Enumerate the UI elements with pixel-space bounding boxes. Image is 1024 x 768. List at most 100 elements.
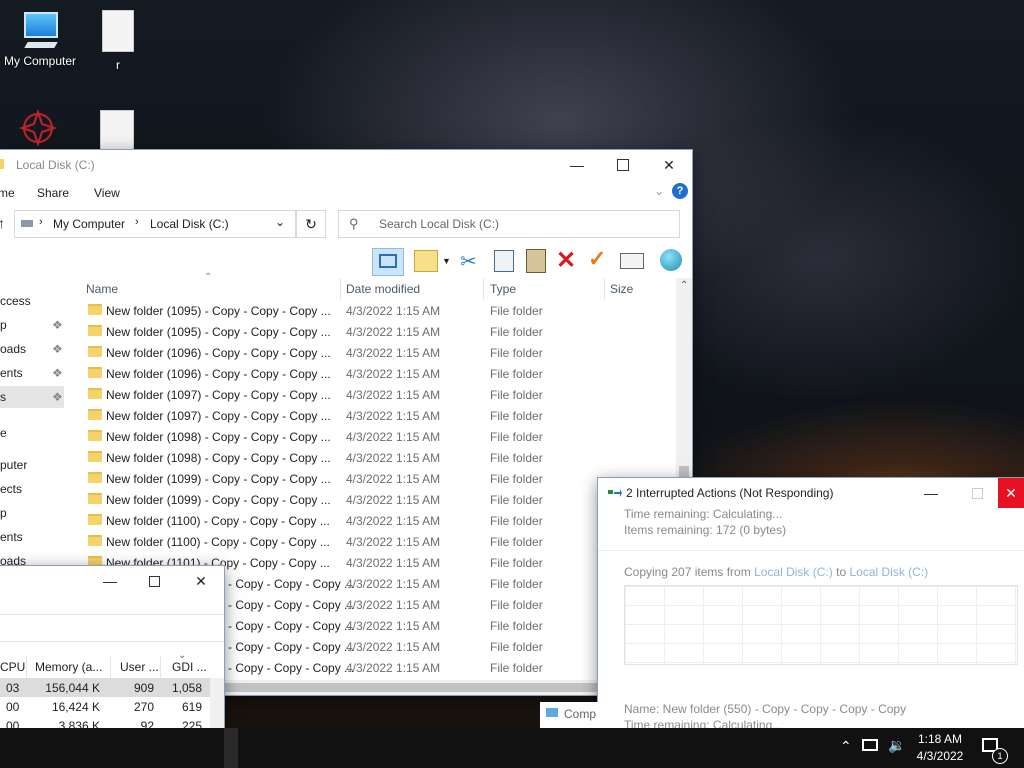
column-divider[interactable]	[483, 278, 484, 300]
column-type[interactable]: Type	[490, 282, 516, 296]
shell-icon[interactable]	[660, 249, 682, 271]
maximize-button[interactable]	[132, 566, 176, 596]
title-bar: 2 Interrupted Actions (Not Responding) —…	[598, 478, 1024, 508]
checkmark-icon[interactable]: ✓	[588, 246, 606, 272]
date-modified: 4/3/2022 1:15 AM	[346, 388, 441, 402]
file-icon[interactable]	[100, 110, 134, 152]
column-size[interactable]: Size	[610, 282, 633, 296]
cut-icon[interactable]: ✂	[460, 249, 477, 274]
table-row[interactable]: New folder (1097) - Copy - Copy - Copy .…	[0, 384, 676, 405]
file-type: File folder	[490, 367, 543, 381]
folder-icon	[88, 514, 102, 525]
divider	[598, 550, 1024, 551]
to-label: to	[836, 565, 847, 579]
table-row[interactable]: New folder (1096) - Copy - Copy - Copy .…	[0, 363, 676, 384]
column-divider[interactable]	[26, 656, 27, 678]
toolbar: ▼ ✂ ✕ ✓	[0, 246, 692, 276]
close-button[interactable]: ✕	[646, 150, 692, 180]
table-row[interactable]: New folder (1100) - Copy - Copy - Copy .…	[0, 510, 676, 531]
folder-icon	[88, 430, 102, 441]
search-input[interactable]: Search Local Disk (C:)	[379, 217, 499, 231]
dropdown-arrow-icon[interactable]: ▼	[442, 256, 451, 266]
volume-icon[interactable]: 🔉	[888, 737, 905, 754]
file-name: New folder (1099) - Copy - Copy - Copy .…	[106, 472, 331, 486]
help-icon[interactable]: ?	[672, 183, 688, 199]
desktop-icon-r[interactable]: r	[78, 8, 158, 72]
process-row[interactable]: 00 16,424 K 270 619	[0, 697, 210, 716]
tab-view[interactable]: View	[94, 186, 120, 200]
chevron-down-icon[interactable]: ⌄	[654, 184, 664, 198]
folder-title-icon	[0, 159, 4, 169]
scrollbar-thumb[interactable]	[224, 683, 598, 692]
date-modified: 4/3/2022 1:15 AM	[346, 514, 441, 528]
copy-icon[interactable]	[494, 250, 514, 272]
table-row[interactable]: New folder (1099) - Copy - Copy - Copy .…	[0, 468, 676, 489]
minimize-button[interactable]: —	[908, 478, 954, 508]
maximize-button[interactable]	[954, 478, 1000, 508]
close-button[interactable]: ✕	[178, 566, 224, 596]
column-gdi[interactable]: GDI ...	[172, 660, 207, 674]
scroll-up-icon[interactable]: ⌃	[680, 280, 688, 291]
tab-home[interactable]: me	[0, 186, 15, 200]
breadcrumb-local-disk[interactable]: Local Disk (C:)	[150, 217, 229, 231]
column-divider[interactable]	[604, 278, 605, 300]
table-row[interactable]: New folder (1098) - Copy - Copy - Copy .…	[0, 447, 676, 468]
chevron-down-icon[interactable]: ⌄	[275, 215, 285, 229]
column-name[interactable]: Name	[86, 282, 118, 296]
column-memory[interactable]: Memory (a...	[35, 660, 102, 674]
copy-progress-dialog: 2 Interrupted Actions (Not Responding) —…	[598, 478, 1024, 728]
detail-time-remaining: Time remaining: Calculating...	[624, 718, 783, 728]
minimize-button[interactable]: —	[88, 566, 132, 596]
rename-icon[interactable]	[620, 253, 644, 269]
network-icon[interactable]	[862, 739, 878, 751]
breadcrumb-my-computer[interactable]: My Computer	[53, 217, 125, 231]
date-modified: 4/3/2022 1:15 AM	[346, 640, 441, 654]
copying-prefix: Copying 207 items from	[624, 565, 751, 579]
search-box[interactable]: ⚲ Search Local Disk (C:)	[338, 210, 680, 238]
sort-arrow-icon: ⌃	[204, 272, 213, 283]
date-modified: 4/3/2022 1:15 AM	[346, 430, 441, 444]
taskbar-app-button[interactable]	[224, 728, 238, 768]
clock[interactable]: 1:18 AM 4/3/2022	[910, 732, 970, 763]
layout-pane-icon[interactable]	[372, 248, 404, 276]
status-text: Comp	[564, 707, 597, 721]
column-date-modified[interactable]: Date modified	[346, 282, 420, 296]
tab-share[interactable]: Share	[37, 186, 69, 200]
table-row[interactable]: New folder (1097) - Copy - Copy - Copy .…	[0, 405, 676, 426]
column-cpu[interactable]: CPU	[0, 660, 25, 674]
maximize-button[interactable]	[600, 150, 646, 180]
column-divider[interactable]	[160, 656, 161, 678]
source-link[interactable]: Local Disk (C:)	[754, 565, 833, 579]
notification-count-badge: 1	[992, 748, 1008, 764]
app-shortcut-icon[interactable]	[16, 108, 60, 148]
table-row[interactable]: New folder (1095) - Copy - Copy - Copy .…	[0, 300, 676, 321]
refresh-button[interactable]: ↻	[296, 210, 326, 238]
destination-link[interactable]: Local Disk (C:)	[849, 565, 928, 579]
close-button[interactable]: ✕	[998, 478, 1024, 508]
file-name: - Copy - Copy - Copy ...	[228, 661, 355, 675]
table-row[interactable]: New folder (1100) - Copy - Copy - Copy .…	[0, 531, 676, 552]
table-row[interactable]: New folder (1099) - Copy - Copy - Copy .…	[0, 489, 676, 510]
table-row[interactable]: New folder (1095) - Copy - Copy - Copy .…	[0, 321, 676, 342]
date-modified: 4/3/2022 1:15 AM	[346, 367, 441, 381]
table-row[interactable]: New folder (1098) - Copy - Copy - Copy .…	[0, 426, 676, 447]
date-modified: 4/3/2022 1:15 AM	[346, 598, 441, 612]
file-name: New folder (1096) - Copy - Copy - Copy .…	[106, 367, 331, 381]
folder-icon	[88, 346, 102, 357]
column-divider[interactable]	[340, 278, 341, 300]
address-bar[interactable]: › My Computer › Local Disk (C:) ⌄	[14, 210, 296, 238]
delete-icon[interactable]: ✕	[556, 246, 576, 275]
table-row[interactable]: New folder (1096) - Copy - Copy - Copy .…	[0, 342, 676, 363]
column-divider[interactable]	[110, 656, 111, 678]
chevron-up-icon[interactable]: ⌃	[840, 738, 852, 755]
up-arrow-icon[interactable]: ↑	[0, 215, 5, 231]
process-row[interactable]: 03 156,044 K 909 1,058	[0, 678, 210, 697]
paste-icon[interactable]	[526, 249, 546, 273]
column-user[interactable]: User ...	[120, 660, 159, 674]
minimize-button[interactable]: —	[554, 150, 600, 180]
properties-icon[interactable]	[414, 250, 438, 272]
desktop-icon-my-computer[interactable]: My Computer	[0, 8, 80, 68]
window-title: Local Disk (C:)	[16, 158, 95, 172]
copying-status: Copying 207 items from Local Disk (C:) t…	[624, 565, 928, 579]
file-type: File folder	[490, 304, 543, 318]
